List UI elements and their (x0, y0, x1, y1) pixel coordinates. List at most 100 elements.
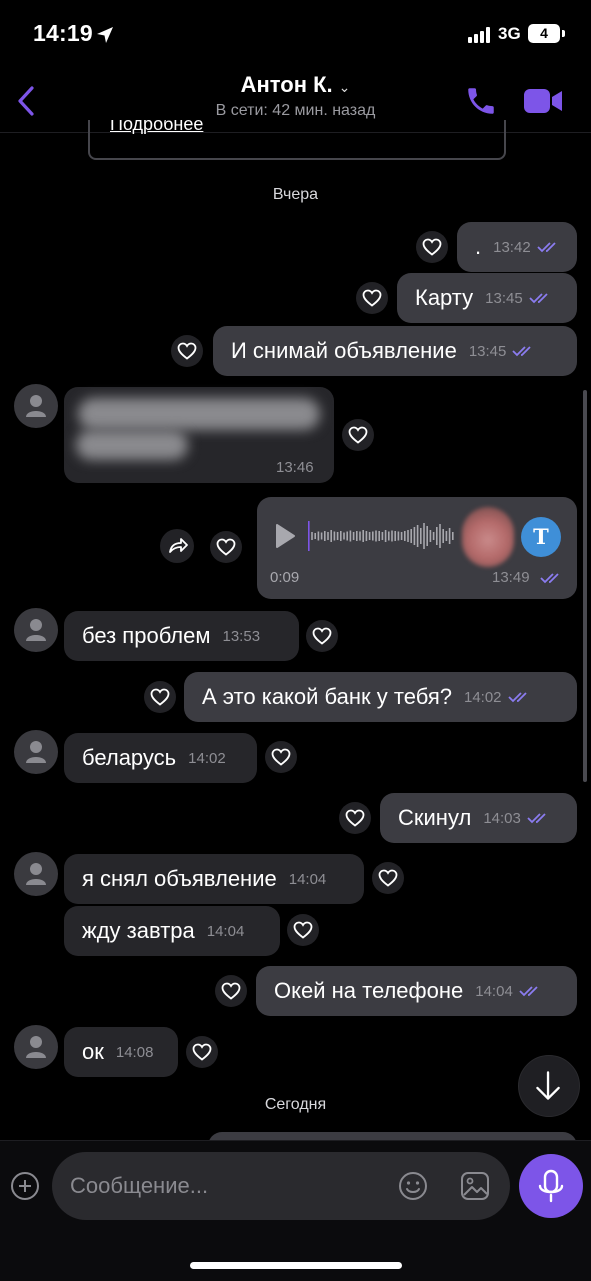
message-time: 14:02 (188, 749, 226, 767)
message-text: А это какой банк у тебя? (202, 684, 452, 709)
waveform-bar (340, 531, 342, 541)
previous-card[interactable]: Подробнее (88, 120, 506, 160)
plus-icon[interactable] (11, 1172, 39, 1200)
waveform-bar (311, 532, 313, 540)
waveform-bar (352, 532, 355, 540)
message-bubble-in[interactable]: жду завтра 14:04 (64, 906, 280, 956)
message-text: я снял объявление (82, 866, 277, 891)
waveform-bar (372, 531, 374, 541)
message-bubble-out[interactable]: И снимай объявление 13:45 (213, 326, 577, 376)
double-check-icon (540, 573, 559, 584)
message-time: 14:08 (115, 1043, 154, 1061)
message-text: без проблем (82, 623, 211, 648)
chevron-down-icon: ⌄ (338, 79, 351, 95)
message-input[interactable] (52, 1152, 510, 1220)
message-bubble-in[interactable]: ок 14:08 (64, 1027, 178, 1077)
heart-icon[interactable] (144, 681, 176, 713)
waveform-bar (404, 531, 406, 541)
message-bubble-out[interactable]: Карту 13:45 (397, 273, 577, 323)
contact-status: В сети: 42 мин. назад (215, 102, 376, 119)
waveform-bar (327, 532, 329, 540)
message-text: Окей на телефоне (274, 978, 464, 1003)
heart-icon[interactable] (265, 741, 297, 773)
message-bubble-out[interactable]: . 13:42 (457, 222, 577, 272)
contact-name-text: Антон К. (240, 72, 333, 97)
message-text: . (475, 234, 482, 259)
microphone-button[interactable] (519, 1154, 583, 1218)
waveform-bar (324, 531, 326, 541)
waveform-bar (388, 531, 390, 541)
heart-icon[interactable] (339, 802, 371, 834)
heart-icon[interactable] (186, 1036, 218, 1068)
message-bubble-out[interactable]: Окей на телефоне 14:04 (256, 966, 577, 1016)
heart-icon[interactable] (171, 335, 203, 367)
message-bubble-in[interactable]: я снял объявление 14:04 (64, 854, 364, 904)
message-text: ок (82, 1039, 104, 1064)
message-time: 13:45 (468, 342, 507, 360)
waveform-icon[interactable] (308, 518, 456, 554)
blurred-text (76, 430, 188, 460)
waveform-bar (349, 530, 352, 542)
transcribe-button[interactable]: T (521, 517, 561, 557)
message-bubble-out[interactable]: Скинул 14:03 (380, 793, 577, 843)
heart-icon[interactable] (356, 282, 388, 314)
waveform-bar (336, 532, 339, 540)
avatar-icon[interactable] (14, 852, 58, 896)
waveform-bar (394, 531, 396, 541)
message-time: 14:02 (463, 688, 502, 706)
waveform-bar (407, 530, 409, 542)
message-text: жду завтра (82, 918, 195, 943)
sticker-icon[interactable] (459, 1170, 491, 1202)
message-bubble-in[interactable]: беларусь 14:02 (64, 733, 257, 783)
waveform-bar (381, 532, 384, 540)
sender-avatar (462, 507, 514, 567)
heart-icon[interactable] (215, 975, 247, 1007)
waveform-bar (423, 523, 425, 549)
avatar-icon[interactable] (14, 384, 58, 428)
message-bubble-in[interactable]: без проблем 13:53 (64, 611, 299, 661)
double-check-icon (507, 692, 527, 703)
avatar-icon[interactable] (14, 608, 58, 652)
message-time: 14:04 (206, 922, 245, 940)
share-icon[interactable] (160, 529, 194, 563)
details-link[interactable]: Подробнее (110, 120, 203, 135)
waveform-bar (416, 525, 419, 547)
scroll-to-bottom-button[interactable] (518, 1055, 580, 1117)
phone-icon[interactable] (464, 84, 498, 118)
message-time: 14:04 (288, 870, 327, 888)
waveform-bar (368, 532, 371, 540)
microphone-icon (538, 1169, 564, 1203)
waveform-bar (314, 533, 316, 539)
message-bubble-out[interactable]: А это какой банк у тебя? 14:02 (184, 672, 577, 722)
heart-icon[interactable] (306, 620, 338, 652)
avatar-icon[interactable] (14, 730, 58, 774)
message-text: Карту (415, 285, 474, 310)
avatar-icon[interactable] (14, 1025, 58, 1069)
message-time: 13:45 (485, 289, 523, 307)
signal-icon (468, 27, 492, 43)
waveform-bar (436, 527, 438, 545)
waveform-bar (445, 531, 448, 541)
message-time: 14:03 (483, 809, 521, 827)
heart-icon[interactable] (372, 862, 404, 894)
play-icon[interactable] (274, 523, 296, 549)
waveform-bar (439, 524, 441, 548)
battery-tip (562, 30, 565, 37)
message-time: 13:49 (492, 569, 530, 586)
waveform-bar (420, 528, 422, 544)
scrollbar[interactable] (583, 390, 587, 782)
message-text: Скинул (398, 805, 472, 830)
double-check-icon (512, 346, 532, 357)
message-time: 13:42 (493, 238, 531, 256)
heart-icon[interactable] (287, 914, 319, 946)
heart-icon[interactable] (342, 419, 374, 451)
waveform-bar (400, 532, 403, 540)
heart-icon[interactable] (416, 231, 448, 263)
video-camera-icon[interactable] (522, 86, 564, 116)
contact-name[interactable]: Антон К. ⌄ (0, 72, 591, 98)
emoji-icon[interactable] (398, 1171, 428, 1201)
double-check-icon (537, 242, 556, 253)
waveform-bar (426, 526, 428, 546)
heart-icon[interactable] (210, 531, 242, 563)
waveform-bar (365, 531, 368, 541)
